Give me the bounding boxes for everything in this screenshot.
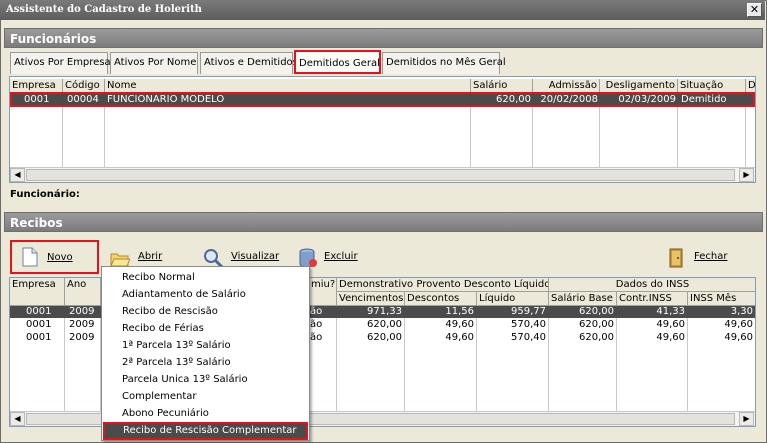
cell-codigo: 00004 <box>67 94 99 105</box>
delete-database-icon <box>299 248 317 268</box>
tab-demitidos-geral[interactable]: Demitidos Geral <box>294 50 381 74</box>
col-situacao[interactable]: Situação <box>678 79 746 93</box>
menu-item-recibo-ferias[interactable]: Recibo de Férias <box>104 320 307 337</box>
col-desligamento[interactable]: Desligamento <box>600 79 678 93</box>
recibos-header: Recibos <box>4 212 763 232</box>
open-folder-icon <box>110 253 130 267</box>
col-ano[interactable]: Ano <box>65 278 101 306</box>
funcionarios-header: Funcionários <box>4 28 763 48</box>
col-descontos[interactable]: Descontos <box>405 292 477 306</box>
cell-desligamento: 02/03/2009 <box>618 94 676 105</box>
new-document-icon <box>22 247 38 267</box>
col-liquido[interactable]: Líquido <box>477 292 549 306</box>
horizontal-scrollbar[interactable]: ◀ ▶ <box>10 167 755 182</box>
window-title: Assistente do Cadastro de Holerith <box>0 0 765 20</box>
scroll-thumb[interactable] <box>26 169 735 181</box>
tab-demitidos-no-mes-geral[interactable]: Demitidos no Mês Geral <box>382 52 506 74</box>
col-group-demonstrativo: Demonstrativo Provento Desconto Líquido <box>337 278 549 292</box>
cell-salario: 620,00 <box>496 94 531 105</box>
col-salario[interactable]: Salário <box>471 79 533 93</box>
tab-ativos-por-nome[interactable]: Ativos Por Nome <box>110 52 198 74</box>
menu-item-complementar[interactable]: Complementar <box>104 388 307 405</box>
scroll-right-icon[interactable]: ▶ <box>739 412 754 426</box>
col-inss-mes[interactable]: INSS Mês <box>688 292 755 306</box>
menu-item-2a-parcela-13[interactable]: 2ª Parcela 13º Salário <box>104 354 307 371</box>
col-contr-inss[interactable]: Contr.INSS <box>617 292 688 306</box>
col-admissao[interactable]: Admissão <box>533 79 600 93</box>
close-button[interactable]: ✕ <box>747 3 762 17</box>
col-vencimentos[interactable]: Vencimentos <box>337 292 405 306</box>
novo-label: Novo <box>47 252 73 263</box>
menu-item-abono-pecuniario[interactable]: Abono Pecuniário <box>104 405 307 422</box>
menu-item-1a-parcela-13[interactable]: 1ª Parcela 13º Salário <box>104 337 307 354</box>
cell-nome: FUNCIONARIO MODELO <box>107 94 225 105</box>
col-d[interactable]: D <box>746 79 755 93</box>
tab-ativos-e-demitidos[interactable]: Ativos e Demitidos <box>200 52 298 74</box>
cell-situacao: Demitido <box>681 94 727 105</box>
menu-item-parcela-unica-13[interactable]: Parcela Unica 13º Salário <box>104 371 307 388</box>
fechar-button[interactable]: Fechar <box>667 242 732 272</box>
novo-dropdown-menu: Recibo Normal Adiantamento de Salário Re… <box>101 266 310 441</box>
funcionarios-table: Empresa Código Nome Salário Admissão Des… <box>9 76 756 183</box>
scroll-left-icon[interactable]: ◀ <box>10 168 25 182</box>
col-codigo[interactable]: Código <box>63 79 105 93</box>
col-group-inss: Dados do INSS <box>549 278 755 292</box>
magnifier-icon <box>204 249 223 268</box>
scroll-right-icon[interactable]: ▶ <box>739 168 754 182</box>
scroll-left-icon[interactable]: ◀ <box>10 412 25 426</box>
col-empresa[interactable]: Empresa <box>10 79 63 93</box>
menu-item-rescisao-complementar[interactable]: Recibo de Rescisão Complementar <box>103 422 308 440</box>
menu-item-adiantamento[interactable]: Adiantamento de Salário <box>104 286 307 303</box>
novo-button[interactable]: Novo <box>10 240 99 274</box>
funcionario-label: Funcionário: <box>10 189 80 200</box>
cell-admissao: 20/02/2008 <box>540 94 598 105</box>
cell-empresa: 0001 <box>24 94 50 105</box>
col-salario-base[interactable]: Salário Base <box>549 292 617 306</box>
tab-ativos-por-empresa[interactable]: Ativos Por Empresa <box>10 52 111 74</box>
menu-item-recibo-rescisao[interactable]: Recibo de Rescisão <box>104 303 307 320</box>
col-nome[interactable]: Nome <box>105 79 471 93</box>
col-empresa[interactable]: Empresa <box>10 278 65 306</box>
close-icon: ✕ <box>749 3 760 16</box>
menu-item-recibo-normal[interactable]: Recibo Normal <box>104 269 307 286</box>
table-row[interactable]: 0001 00004 FUNCIONARIO MODELO 620,00 20/… <box>10 92 755 107</box>
exit-door-icon <box>669 248 683 268</box>
